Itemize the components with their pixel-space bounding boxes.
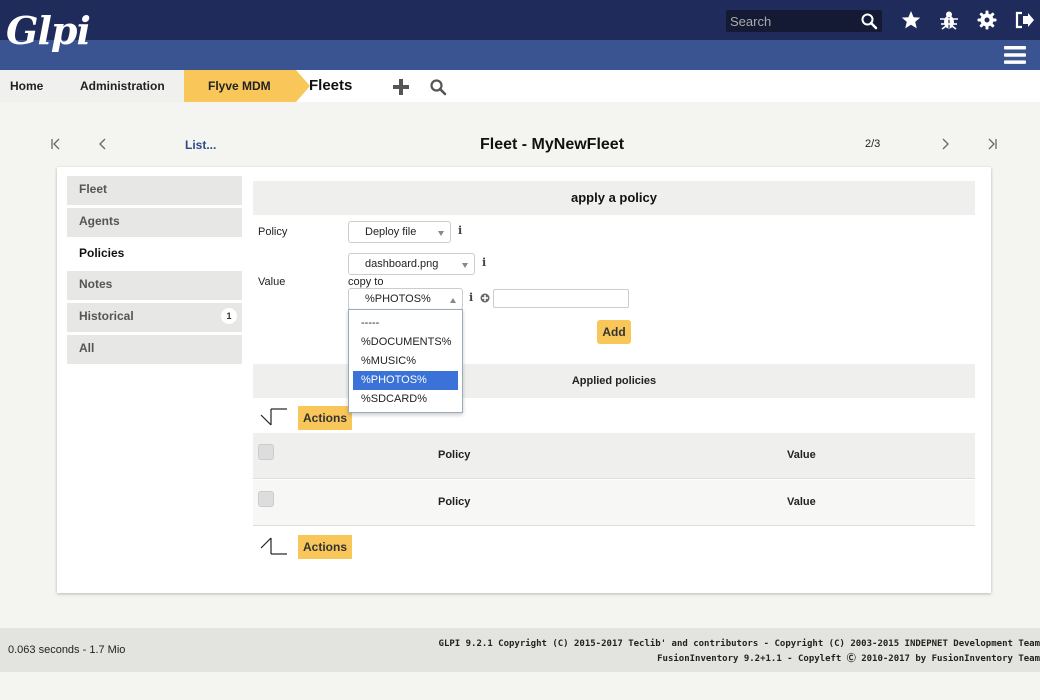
tab-notes[interactable]: Notes [67,271,242,300]
copy-to-label: copy to [348,276,384,288]
breadcrumb-flyve-mdm[interactable]: Flyve MDM [184,70,310,102]
tab-label: Agents [79,214,120,228]
tab-fleet[interactable]: Fleet [67,176,242,205]
search-box[interactable] [726,10,882,32]
column-header-value[interactable]: Value [787,449,816,461]
breadcrumb: Home Administration Flyve MDM Fleets [0,70,1040,102]
next-record-icon[interactable] [938,137,952,151]
tab-label: All [79,341,95,355]
search-input[interactable] [726,10,856,32]
search-icon[interactable] [860,12,878,30]
record-counter: 2/3 [865,138,881,150]
arrow-down-left-icon [260,408,287,426]
tab-agents[interactable]: Agents [67,208,242,237]
logout-icon[interactable] [1013,9,1035,31]
top-header [0,0,1040,40]
chevron-up-icon [450,298,456,303]
glpi-logo[interactable]: Glpi [6,6,91,56]
copy-to-select[interactable]: %PHOTOS% [348,288,463,310]
gear-icon[interactable] [976,9,998,31]
column-header-policy[interactable]: Policy [438,449,470,461]
file-select[interactable]: dashboard.png [348,253,475,275]
breadcrumb-flyve-label: Flyve MDM [208,79,271,93]
breadcrumb-home-label: Home [10,79,44,93]
table-row: Policy Value [253,433,975,479]
historical-count-badge: 1 [221,308,237,324]
tab-label: Historical [79,309,134,323]
chevron-down-icon [438,231,444,236]
policy-label: Policy [258,226,288,238]
column-footer-value[interactable]: Value [787,496,816,508]
custom-path-input[interactable] [493,289,629,308]
chevron-down-icon [462,263,468,268]
add-icon[interactable] [392,78,410,96]
page-title: Fleet - MyNewFleet [479,136,625,153]
copyright-text: GLPI 9.2.1 Copyright (C) 2015-2017 Tecli… [439,637,1040,667]
breadcrumb-administration[interactable]: Administration [58,70,188,102]
actions-button-top[interactable]: Actions [298,406,352,430]
dropdown-option[interactable]: %DOCUMENTS% [353,333,458,352]
breadcrumb-home[interactable]: Home [0,70,72,102]
info-icon[interactable]: i [458,225,466,237]
sub-header [0,40,1040,70]
value-label: Value [258,276,286,288]
apply-policy-heading: apply a policy [253,181,975,215]
copyright-line-glpi[interactable]: GLPI 9.2.1 Copyright (C) 2015-2017 Tecli… [439,637,1040,652]
file-select-value: dashboard.png [365,258,439,270]
actions-button-bottom[interactable]: Actions [298,535,352,559]
policy-select[interactable]: Deploy file [348,221,451,243]
dropdown-option[interactable]: %MUSIC% [353,352,458,371]
dropdown-option-selected[interactable]: %PHOTOS% [353,371,458,390]
tab-all[interactable]: All [67,335,242,364]
select-all-checkbox[interactable] [258,444,274,460]
footer: 0.063 seconds - 1.7 Mio GLPI 9.2.1 Copyr… [0,628,1040,672]
tab-label: Policies [79,246,125,260]
info-icon[interactable]: i [469,292,477,304]
menu-icon[interactable] [1004,45,1026,65]
dropdown-option[interactable]: ----- [353,314,458,333]
table-row: Policy Value [253,480,975,526]
breadcrumb-administration-label: Administration [80,79,165,93]
bug-icon[interactable] [938,9,960,31]
add-circle-icon[interactable] [480,293,490,303]
column-footer-policy[interactable]: Policy [438,496,470,508]
copy-to-select-value: %PHOTOS% [365,293,431,305]
search-list-icon[interactable] [429,78,447,96]
last-record-icon[interactable] [985,137,999,151]
arrow-up-left-icon [260,537,287,555]
breadcrumb-arrow [296,70,310,102]
tab-label: Notes [79,277,113,291]
copy-to-dropdown-list: ----- %DOCUMENTS% %MUSIC% %PHOTOS% %SDCA… [348,309,463,413]
tab-historical[interactable]: Historical 1 [67,303,242,332]
policy-select-value: Deploy file [365,226,417,238]
dropdown-option[interactable]: %SDCARD% [353,390,458,409]
info-icon[interactable]: i [482,257,490,269]
star-icon[interactable] [900,9,922,31]
add-button[interactable]: Add [597,320,631,344]
tab-policies[interactable]: Policies [67,240,242,269]
breadcrumb-current[interactable]: Fleets [309,70,352,102]
tab-label: Fleet [79,182,108,196]
select-all-checkbox[interactable] [258,491,274,507]
timing-text: 0.063 seconds - 1.7 Mio [8,644,126,656]
copyright-line-fusioninventory[interactable]: FusionInventory 9.2+1.1 - Copyleft Ⓒ 201… [439,652,1040,667]
